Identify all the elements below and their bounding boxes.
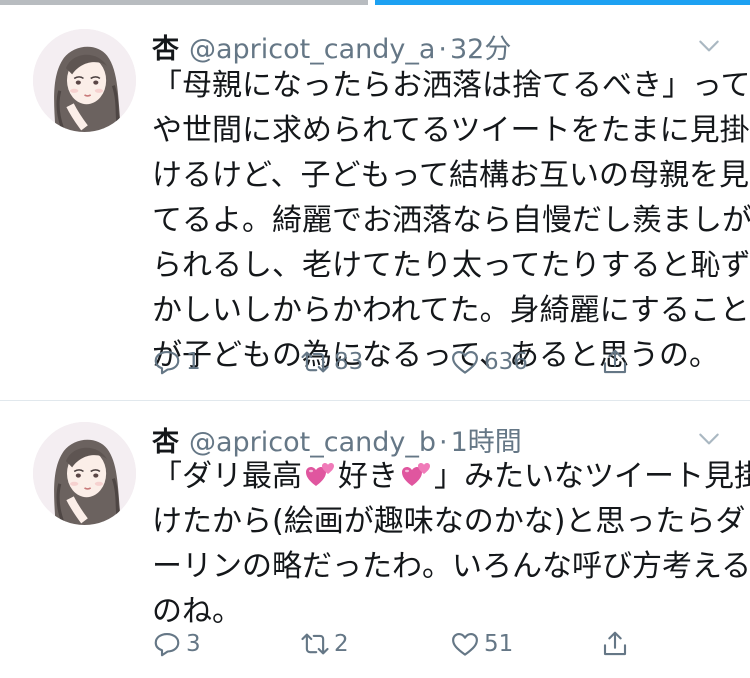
reply-count: 1 [186,349,201,375]
like-button[interactable]: 51 [450,624,513,664]
reply-count: 3 [186,631,201,657]
tweet-text-line: けるけど、子どもって結構お互いの母親を見 [152,158,749,193]
reply-icon [154,632,180,657]
tweet-text-line: られるし、老けてたり太ってたりすると恥ず [152,248,750,283]
reply-button[interactable]: 1 [152,342,201,382]
share-button[interactable] [600,624,634,664]
avatar[interactable] [33,422,136,525]
tweet-text-segment: 好き [338,459,398,494]
tweet[interactable]: 杏 @apricot_candy_b · 1時間 「ダリ最高 好き 」みたいなツイー… [0,402,750,678]
share-icon [603,631,627,656]
tweet-text-segment: 」みたいなツイート見掛 [434,459,750,494]
two-hearts-emoji [402,463,430,486]
retweet-count: 83 [334,349,364,375]
retweet-icon [301,633,329,655]
retweet-count: 2 [334,631,349,657]
two-hearts-emoji [306,463,334,486]
like-icon [452,350,478,374]
tweet-actions: 1 83 636 [152,342,652,382]
tweet-header: 杏 @apricot_candy_a · 32分 [152,27,511,67]
separator-dot: · [438,34,447,65]
user-handle[interactable]: @apricot_candy_a [189,34,435,65]
share-icon [603,349,627,374]
tweet-text-line: 「母親になったらお洒落は捨てるべき」って夫 [152,68,750,103]
avatar[interactable] [33,29,136,132]
tweet-text: 「母親になったらお洒落は捨てるべき」って夫 や世間に求められてるツイートをたまに… [152,63,750,378]
chevron-down-icon[interactable] [696,33,722,59]
like-count: 51 [484,631,514,657]
reply-icon [154,350,180,375]
tweet-actions: 3 2 51 [152,624,652,664]
tweet-text-segment: 「ダリ最高 [152,459,302,494]
retweet-button[interactable]: 83 [300,342,363,382]
avatar-illustration [33,29,136,132]
timestamp[interactable]: 32分 [450,27,511,66]
share-button[interactable] [600,342,634,382]
tweet-text-line: 「ダリ最高 好き 」みたいなツイート見掛 [152,454,750,499]
tweet-text-line: ーリンの略だったわ。いろんな呼び方考える [152,549,750,584]
like-icon [452,632,478,656]
display-name[interactable]: 杏 [152,27,179,66]
tweet-text-line: けたから(絵画が趣味なのかな)と思ったらダ [152,504,746,539]
tweet-text: 「ダリ最高 好き 」みたいなツイート見掛 けたから(絵画が趣味なのかな)と思ったらダ… [152,454,750,634]
tweet-text-line: てるよ。綺麗でお洒落なら自慢だし羨ましが [152,203,750,238]
tweet[interactable]: 杏 @apricot_candy_a · 32分 「母親になったらお洒落は捨てる… [0,5,750,401]
tweet-text-line: や世間に求められてるツイートをたまに見掛 [152,113,750,148]
avatar-illustration [33,422,136,525]
tweet-text-line: かしいしからかわれてた。身綺麗にすること [152,293,750,328]
reply-button[interactable]: 3 [152,624,201,664]
like-button[interactable]: 636 [450,342,528,382]
retweet-button[interactable]: 2 [300,624,349,664]
retweet-icon [301,351,329,373]
chevron-down-icon[interactable] [696,426,722,452]
like-count: 636 [484,349,528,375]
